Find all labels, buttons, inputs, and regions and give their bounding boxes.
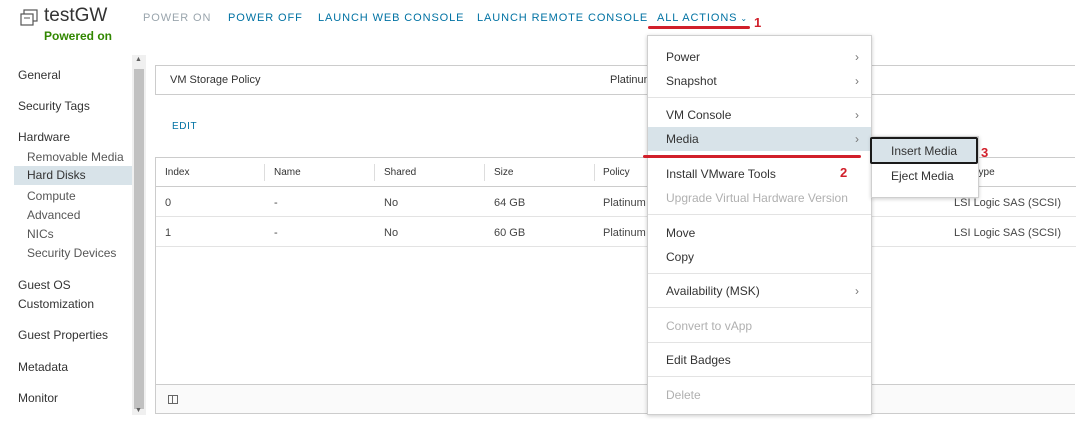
column-toggle-icon[interactable] [168,395,178,404]
cell-name: - [274,197,278,209]
menu-item-label: Availability (MSK) [666,284,760,298]
menu-item-vm-console[interactable]: VM Console › [648,103,871,127]
menu-item-install-vmware-tools[interactable]: Install VMware Tools [648,162,871,186]
menu-item-media[interactable]: Media › [648,127,871,151]
menu-item-copy[interactable]: Copy [648,245,871,269]
all-actions-button[interactable]: ALL ACTIONS ⌄ [657,12,748,24]
column-header-index[interactable]: Index [165,167,189,178]
cell-policy: Platinum [603,197,646,209]
cell-index: 1 [165,227,172,239]
menu-item-convert-to-vapp[interactable]: Convert to vApp [648,314,871,338]
vm-header: testGW Powered on POWER ON POWER OFF LAU… [0,0,1077,48]
all-actions-label: ALL ACTIONS [657,12,738,24]
sidebar: General Security Tags Hardware Removable… [0,55,134,415]
menu-item-label: Media [666,132,699,146]
power-off-button[interactable]: POWER OFF [228,12,303,24]
annotation-number-3: 3 [981,145,989,160]
sidebar-item-compute[interactable]: Compute [27,189,76,203]
sidebar-item-removable-media[interactable]: Removable Media [27,150,124,164]
submenu-item-eject-media[interactable]: Eject Media [872,164,978,188]
sidebar-scrollbar[interactable]: ▲ ▼ [132,55,146,415]
sidebar-item-nics[interactable]: NICs [27,227,54,241]
cell-index: 0 [165,197,172,209]
sidebar-item-security-tags[interactable]: Security Tags [18,99,90,113]
vm-power-status: Powered on [44,29,113,43]
storage-policy-row: VM Storage Policy Platinum [155,65,1075,95]
chevron-right-icon: › [855,108,859,122]
sidebar-item-advanced[interactable]: Advanced [27,208,80,222]
all-actions-menu: Power › Snapshot › VM Console › Media › Inst… [647,35,872,415]
scroll-thumb[interactable] [134,69,144,409]
sidebar-item-guest-properties[interactable]: Guest Properties [18,328,108,342]
sidebar-item-guest-os-line1[interactable]: Guest OS [18,278,71,292]
annotation-underline-1 [648,26,750,29]
scroll-up-icon[interactable]: ▲ [135,56,142,63]
cell-shared: No [384,227,399,239]
table-row[interactable]: 1 - No 60 GB Platinum LSI Logic SAS (SCS… [156,218,1076,247]
menu-item-delete[interactable]: Delete [648,383,871,407]
cell-shared: No [384,197,399,209]
chevron-right-icon: › [855,74,859,88]
chevron-right-icon: › [855,132,859,146]
launch-web-console-button[interactable]: LAUNCH WEB CONSOLE [318,12,464,24]
vm-icon [20,9,38,26]
column-header-name[interactable]: Name [274,167,301,178]
edit-button[interactable]: EDIT [172,121,197,132]
cell-type: LSI Logic SAS (SCSI) [954,197,1061,209]
column-header-shared[interactable]: Shared [384,167,416,178]
menu-item-upgrade-hardware[interactable]: Upgrade Virtual Hardware Version [648,186,871,210]
annotation-number-2: 2 [840,165,848,180]
sidebar-item-hardware[interactable]: Hardware [18,130,70,144]
menu-item-snapshot[interactable]: Snapshot › [648,69,871,93]
chevron-down-icon: ⌄ [740,14,749,23]
menu-item-label: Snapshot [666,74,717,88]
cell-size: 64 GB [494,197,526,209]
column-header-policy[interactable]: Policy [603,167,630,178]
annotation-underline-2 [643,155,861,158]
sidebar-item-guest-os-line2[interactable]: Customization [18,297,94,311]
menu-item-move[interactable]: Move [648,221,871,245]
power-on-button[interactable]: POWER ON [143,12,211,24]
menu-item-label: Power [666,50,701,64]
cell-size: 60 GB [494,227,526,239]
launch-remote-console-button[interactable]: LAUNCH REMOTE CONSOLE [477,12,648,24]
sidebar-item-security-devices[interactable]: Security Devices [27,246,116,260]
chevron-right-icon: › [855,50,859,64]
menu-item-label: VM Console [666,108,732,122]
cell-type: LSI Logic SAS (SCSI) [954,227,1061,239]
menu-item-edit-badges[interactable]: Edit Badges [648,348,871,372]
cell-name: - [274,227,278,239]
sidebar-item-metadata[interactable]: Metadata [18,360,68,374]
storage-policy-label: VM Storage Policy [170,74,261,86]
chevron-right-icon: › [855,284,859,298]
main-panel: VM Storage Policy Platinum EDIT Index Na… [146,55,1077,431]
cell-policy: Platinum [603,227,646,239]
menu-item-availability[interactable]: Availability (MSK) › [648,279,871,303]
sidebar-item-monitor[interactable]: Monitor [18,391,58,405]
vm-title: testGW [44,5,108,26]
column-header-size[interactable]: Size [494,167,513,178]
menu-item-power[interactable]: Power › [648,45,871,69]
annotation-number-1: 1 [754,15,762,30]
sidebar-item-general[interactable]: General [18,68,61,82]
sidebar-item-hard-disks[interactable]: Hard Disks [14,166,132,185]
scroll-down-icon[interactable]: ▼ [135,407,142,414]
annotation-box-3 [870,137,978,164]
table-footer [155,384,1075,414]
